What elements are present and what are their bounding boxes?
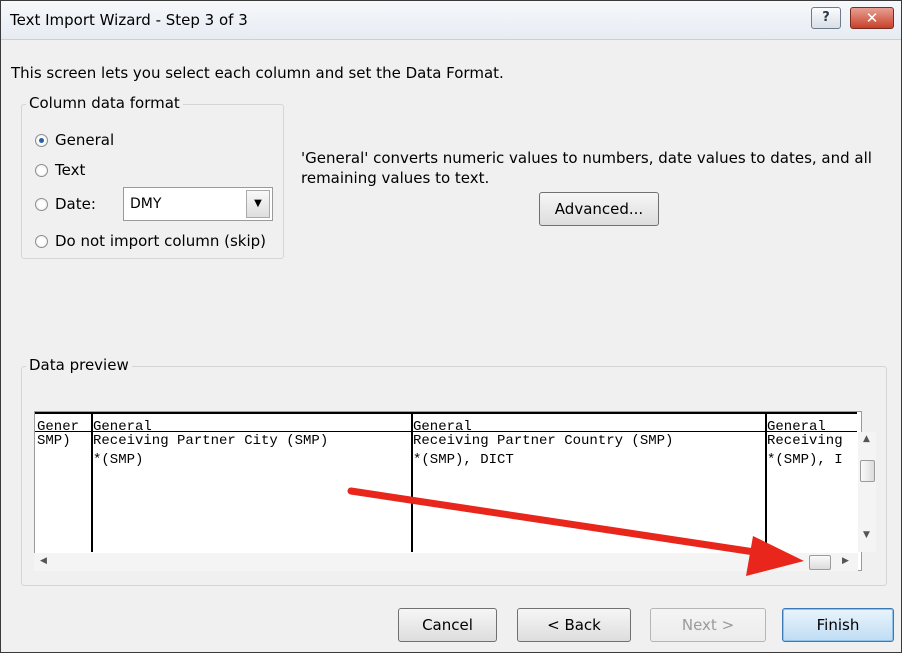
cancel-button[interactable]: Cancel [398, 608, 497, 642]
annotation-arrow-icon [347, 487, 804, 576]
annotation-arrow-shaft [347, 487, 765, 557]
finish-button[interactable]: Finish [782, 608, 894, 642]
next-button[interactable]: Next > [650, 608, 766, 642]
back-button[interactable]: < Back [517, 608, 631, 642]
annotation-arrow-head [746, 536, 804, 576]
text-import-wizard-dialog: Text Import Wizard - Step 3 of 3 ? ✕ Thi… [0, 0, 902, 653]
